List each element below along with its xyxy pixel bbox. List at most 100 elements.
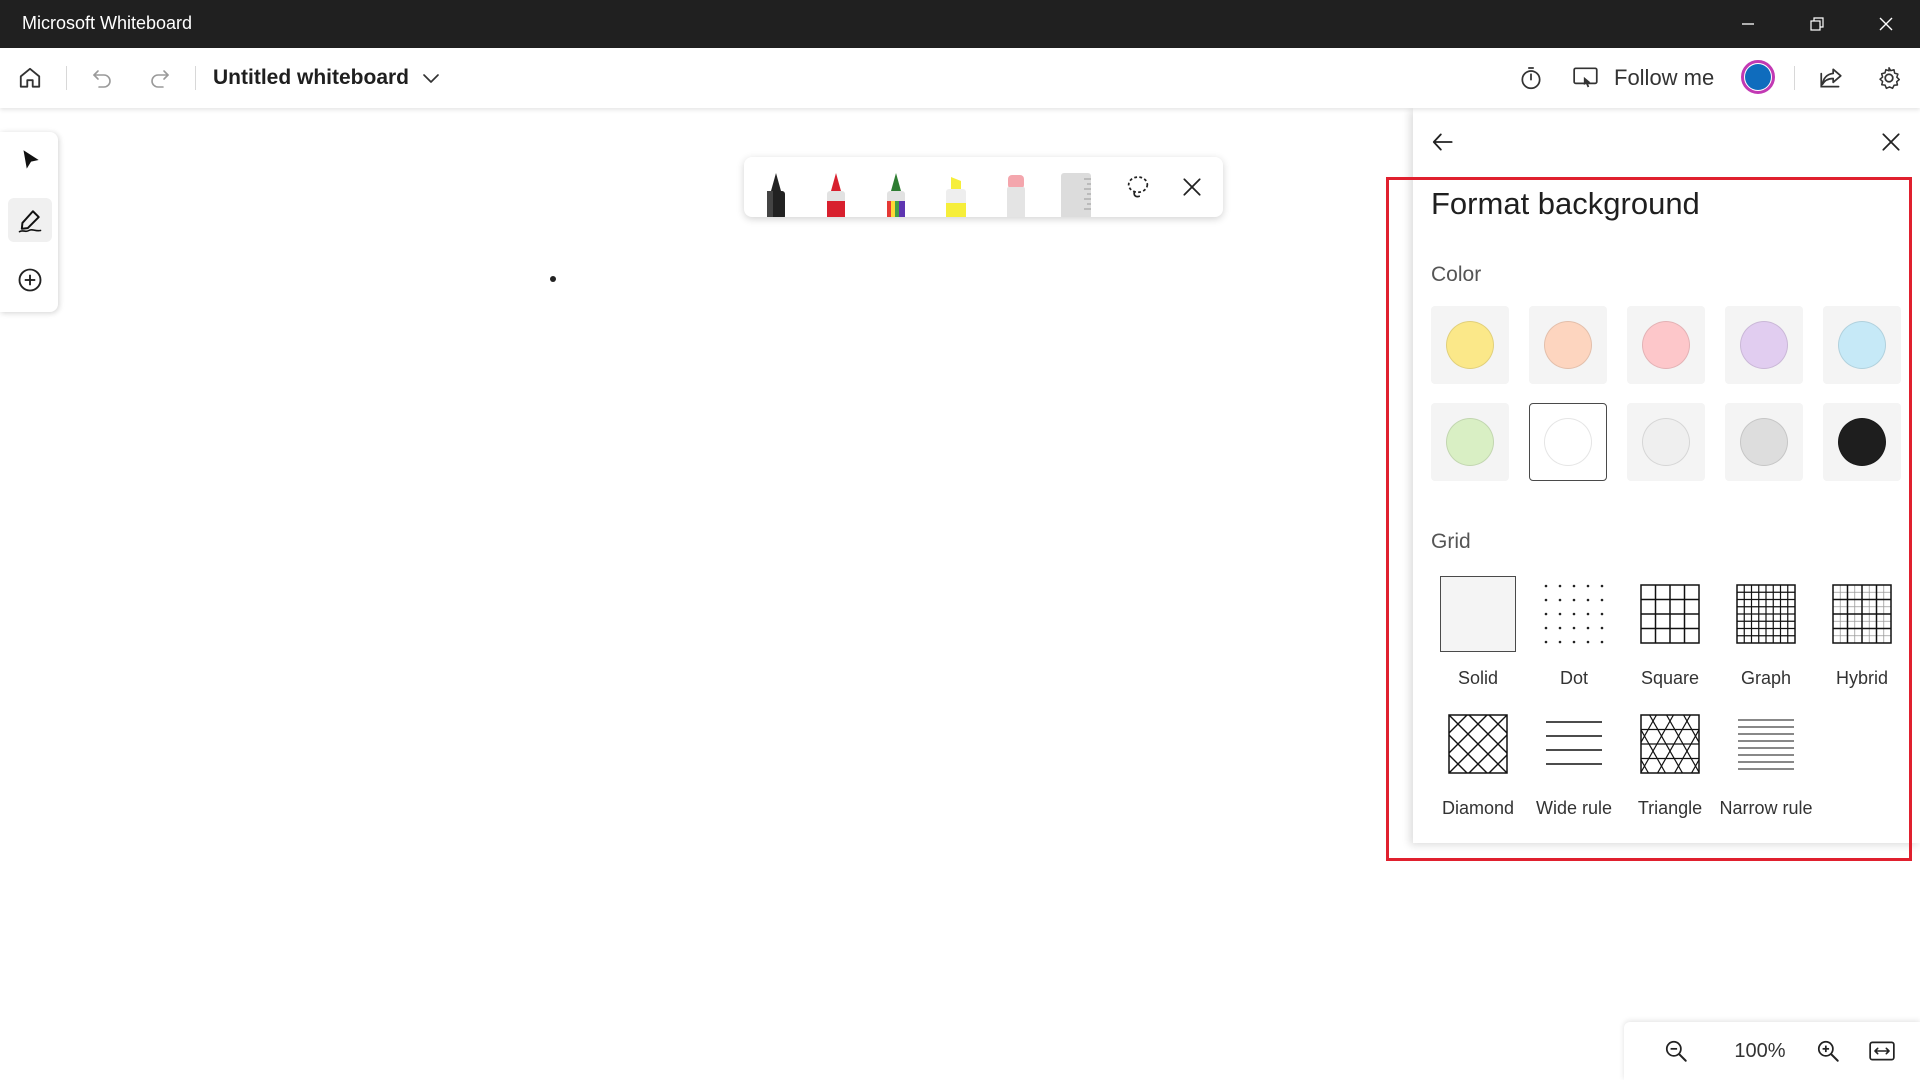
chevron-down-icon bbox=[423, 74, 439, 83]
grid-section-label: Grid bbox=[1431, 530, 1471, 553]
color-swatch-peach[interactable] bbox=[1529, 306, 1607, 384]
redo-button[interactable] bbox=[138, 48, 182, 108]
ink-toolbar bbox=[744, 157, 1223, 217]
home-button[interactable] bbox=[8, 48, 52, 108]
color-swatch-lavender[interactable] bbox=[1725, 306, 1803, 384]
swatch-circle bbox=[1740, 418, 1788, 466]
swatch-circle bbox=[1446, 418, 1494, 466]
zoom-in-button[interactable] bbox=[1806, 1029, 1850, 1073]
solid-grid-icon bbox=[1440, 576, 1516, 652]
app-toolbar: Untitled whiteboard Follow me bbox=[0, 48, 1920, 108]
close-icon bbox=[1183, 178, 1201, 196]
swatch-circle bbox=[1544, 418, 1592, 466]
tool-rail bbox=[0, 132, 58, 312]
ink-tool-button[interactable] bbox=[8, 198, 52, 242]
grid-option-label: Narrow rule bbox=[1719, 798, 1813, 818]
color-swatch-light-blue[interactable] bbox=[1823, 306, 1901, 384]
narrow-rule-grid-icon bbox=[1728, 706, 1804, 782]
panel-title: Format background bbox=[1431, 186, 1700, 221]
close-window-button[interactable] bbox=[1851, 0, 1920, 48]
settings-button[interactable] bbox=[1867, 48, 1911, 108]
close-ink-toolbar-button[interactable] bbox=[1170, 165, 1214, 209]
swatch-circle bbox=[1642, 418, 1690, 466]
minimize-icon bbox=[1741, 23, 1754, 25]
timer-button[interactable] bbox=[1509, 48, 1553, 108]
eraser-button[interactable] bbox=[998, 165, 1034, 217]
rainbow-pen-button[interactable] bbox=[878, 165, 914, 217]
eraser-icon bbox=[1007, 175, 1025, 217]
dot-grid-icon bbox=[1536, 576, 1612, 652]
title-bar: Microsoft Whiteboard bbox=[0, 0, 1920, 48]
swatch-circle bbox=[1544, 321, 1592, 369]
triangle-grid-icon bbox=[1632, 706, 1708, 782]
close-panel-button[interactable] bbox=[1869, 120, 1913, 164]
follow-me-button[interactable]: Follow me bbox=[1572, 48, 1714, 108]
avatar[interactable] bbox=[1741, 60, 1775, 94]
ruler-button[interactable] bbox=[1058, 165, 1094, 217]
diamond-grid-icon bbox=[1440, 706, 1516, 782]
grid-option-label: Hybrid bbox=[1835, 668, 1888, 688]
swatch-circle bbox=[1642, 321, 1690, 369]
present-screen-icon bbox=[1573, 67, 1598, 88]
swatch-circle bbox=[1838, 321, 1886, 369]
restore-icon bbox=[1809, 17, 1824, 31]
gear-icon bbox=[1879, 66, 1901, 90]
lasso-select-button[interactable] bbox=[1116, 165, 1160, 209]
color-swatch-gray[interactable] bbox=[1725, 403, 1803, 481]
add-button[interactable] bbox=[8, 258, 52, 302]
back-button[interactable] bbox=[1421, 120, 1465, 164]
ink-dot bbox=[550, 276, 556, 282]
zoom-out-button[interactable] bbox=[1654, 1029, 1698, 1073]
color-swatch-pink[interactable] bbox=[1627, 306, 1705, 384]
select-tool-button[interactable] bbox=[8, 138, 52, 182]
red-pen-icon bbox=[827, 173, 845, 217]
fit-to-screen-button[interactable] bbox=[1860, 1029, 1904, 1073]
avatar-image bbox=[1745, 64, 1771, 90]
grid-option-narrow-rule[interactable]: Narrow rule bbox=[1716, 706, 1816, 830]
arrow-left-icon bbox=[1432, 133, 1453, 151]
color-swatch-black[interactable] bbox=[1823, 403, 1901, 481]
close-icon bbox=[1879, 17, 1892, 31]
share-button[interactable] bbox=[1809, 48, 1853, 108]
red-pen-button[interactable] bbox=[818, 165, 854, 217]
wide-rule-grid-icon bbox=[1536, 706, 1612, 782]
black-pen-icon bbox=[767, 173, 785, 217]
board-name: Untitled whiteboard bbox=[213, 66, 409, 89]
highlighter-icon bbox=[946, 177, 966, 217]
graph-grid-icon bbox=[1728, 576, 1804, 652]
swatch-circle bbox=[1838, 418, 1886, 466]
square-grid-icon bbox=[1632, 576, 1708, 652]
close-icon bbox=[1882, 133, 1900, 151]
hybrid-grid-icon bbox=[1824, 576, 1900, 652]
window-controls bbox=[1713, 0, 1920, 48]
fit-width-icon bbox=[1869, 1041, 1895, 1061]
timer-icon bbox=[1521, 67, 1541, 90]
color-swatch-white[interactable] bbox=[1529, 403, 1607, 481]
swatch-circle bbox=[1740, 321, 1788, 369]
color-swatch-light-gray[interactable] bbox=[1627, 403, 1705, 481]
grid-option-hybrid[interactable]: Hybrid bbox=[1812, 576, 1912, 700]
undo-button[interactable] bbox=[80, 48, 124, 108]
restore-button[interactable] bbox=[1782, 0, 1851, 48]
home-icon bbox=[19, 67, 41, 88]
follow-me-label: Follow me bbox=[1614, 65, 1715, 90]
zoom-out-icon bbox=[1665, 1040, 1687, 1062]
ruler-icon bbox=[1061, 173, 1091, 217]
pen-icon bbox=[18, 210, 42, 233]
highlighter-button[interactable] bbox=[938, 165, 974, 217]
rainbow-pen-icon bbox=[887, 173, 905, 217]
board-name-menu[interactable]: Untitled whiteboard bbox=[213, 48, 441, 108]
add-circle-icon bbox=[18, 268, 42, 292]
toolbar-separator bbox=[66, 66, 67, 90]
minimize-button[interactable] bbox=[1713, 0, 1782, 48]
zoom-in-icon bbox=[1817, 1040, 1839, 1062]
redo-icon bbox=[151, 70, 169, 88]
color-section-label: Color bbox=[1431, 263, 1482, 286]
black-pen-button[interactable] bbox=[758, 165, 794, 217]
toolbar-separator bbox=[195, 66, 196, 90]
toolbar-separator bbox=[1794, 66, 1795, 90]
swatch-circle bbox=[1446, 321, 1494, 369]
lasso-icon bbox=[1127, 176, 1149, 198]
color-swatch-yellow[interactable] bbox=[1431, 306, 1509, 384]
color-swatch-light-green[interactable] bbox=[1431, 403, 1509, 481]
